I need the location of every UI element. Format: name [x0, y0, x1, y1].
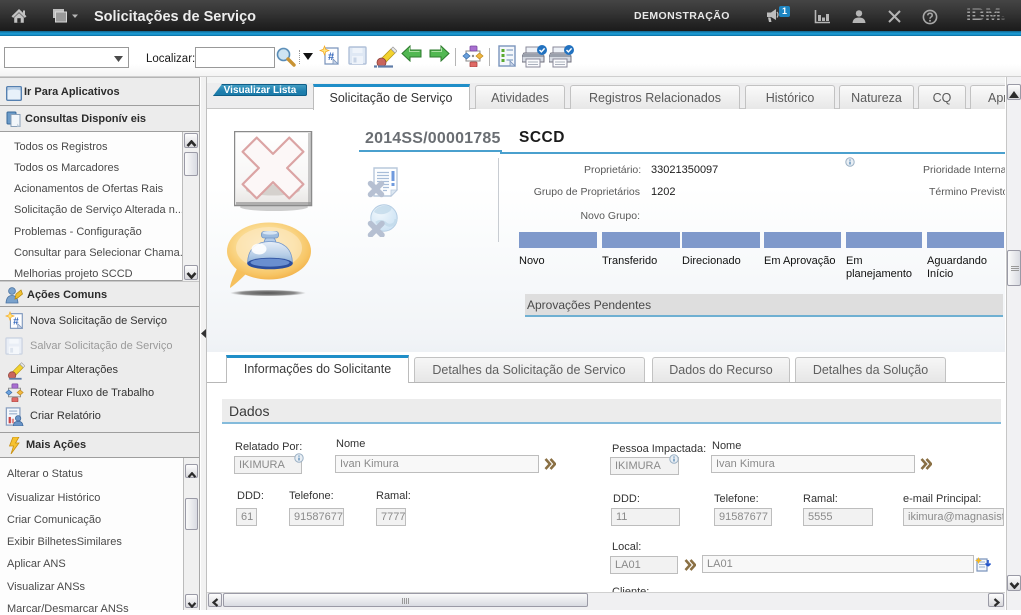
svg-text:#: # — [328, 51, 334, 63]
svg-text:#: # — [13, 317, 19, 328]
